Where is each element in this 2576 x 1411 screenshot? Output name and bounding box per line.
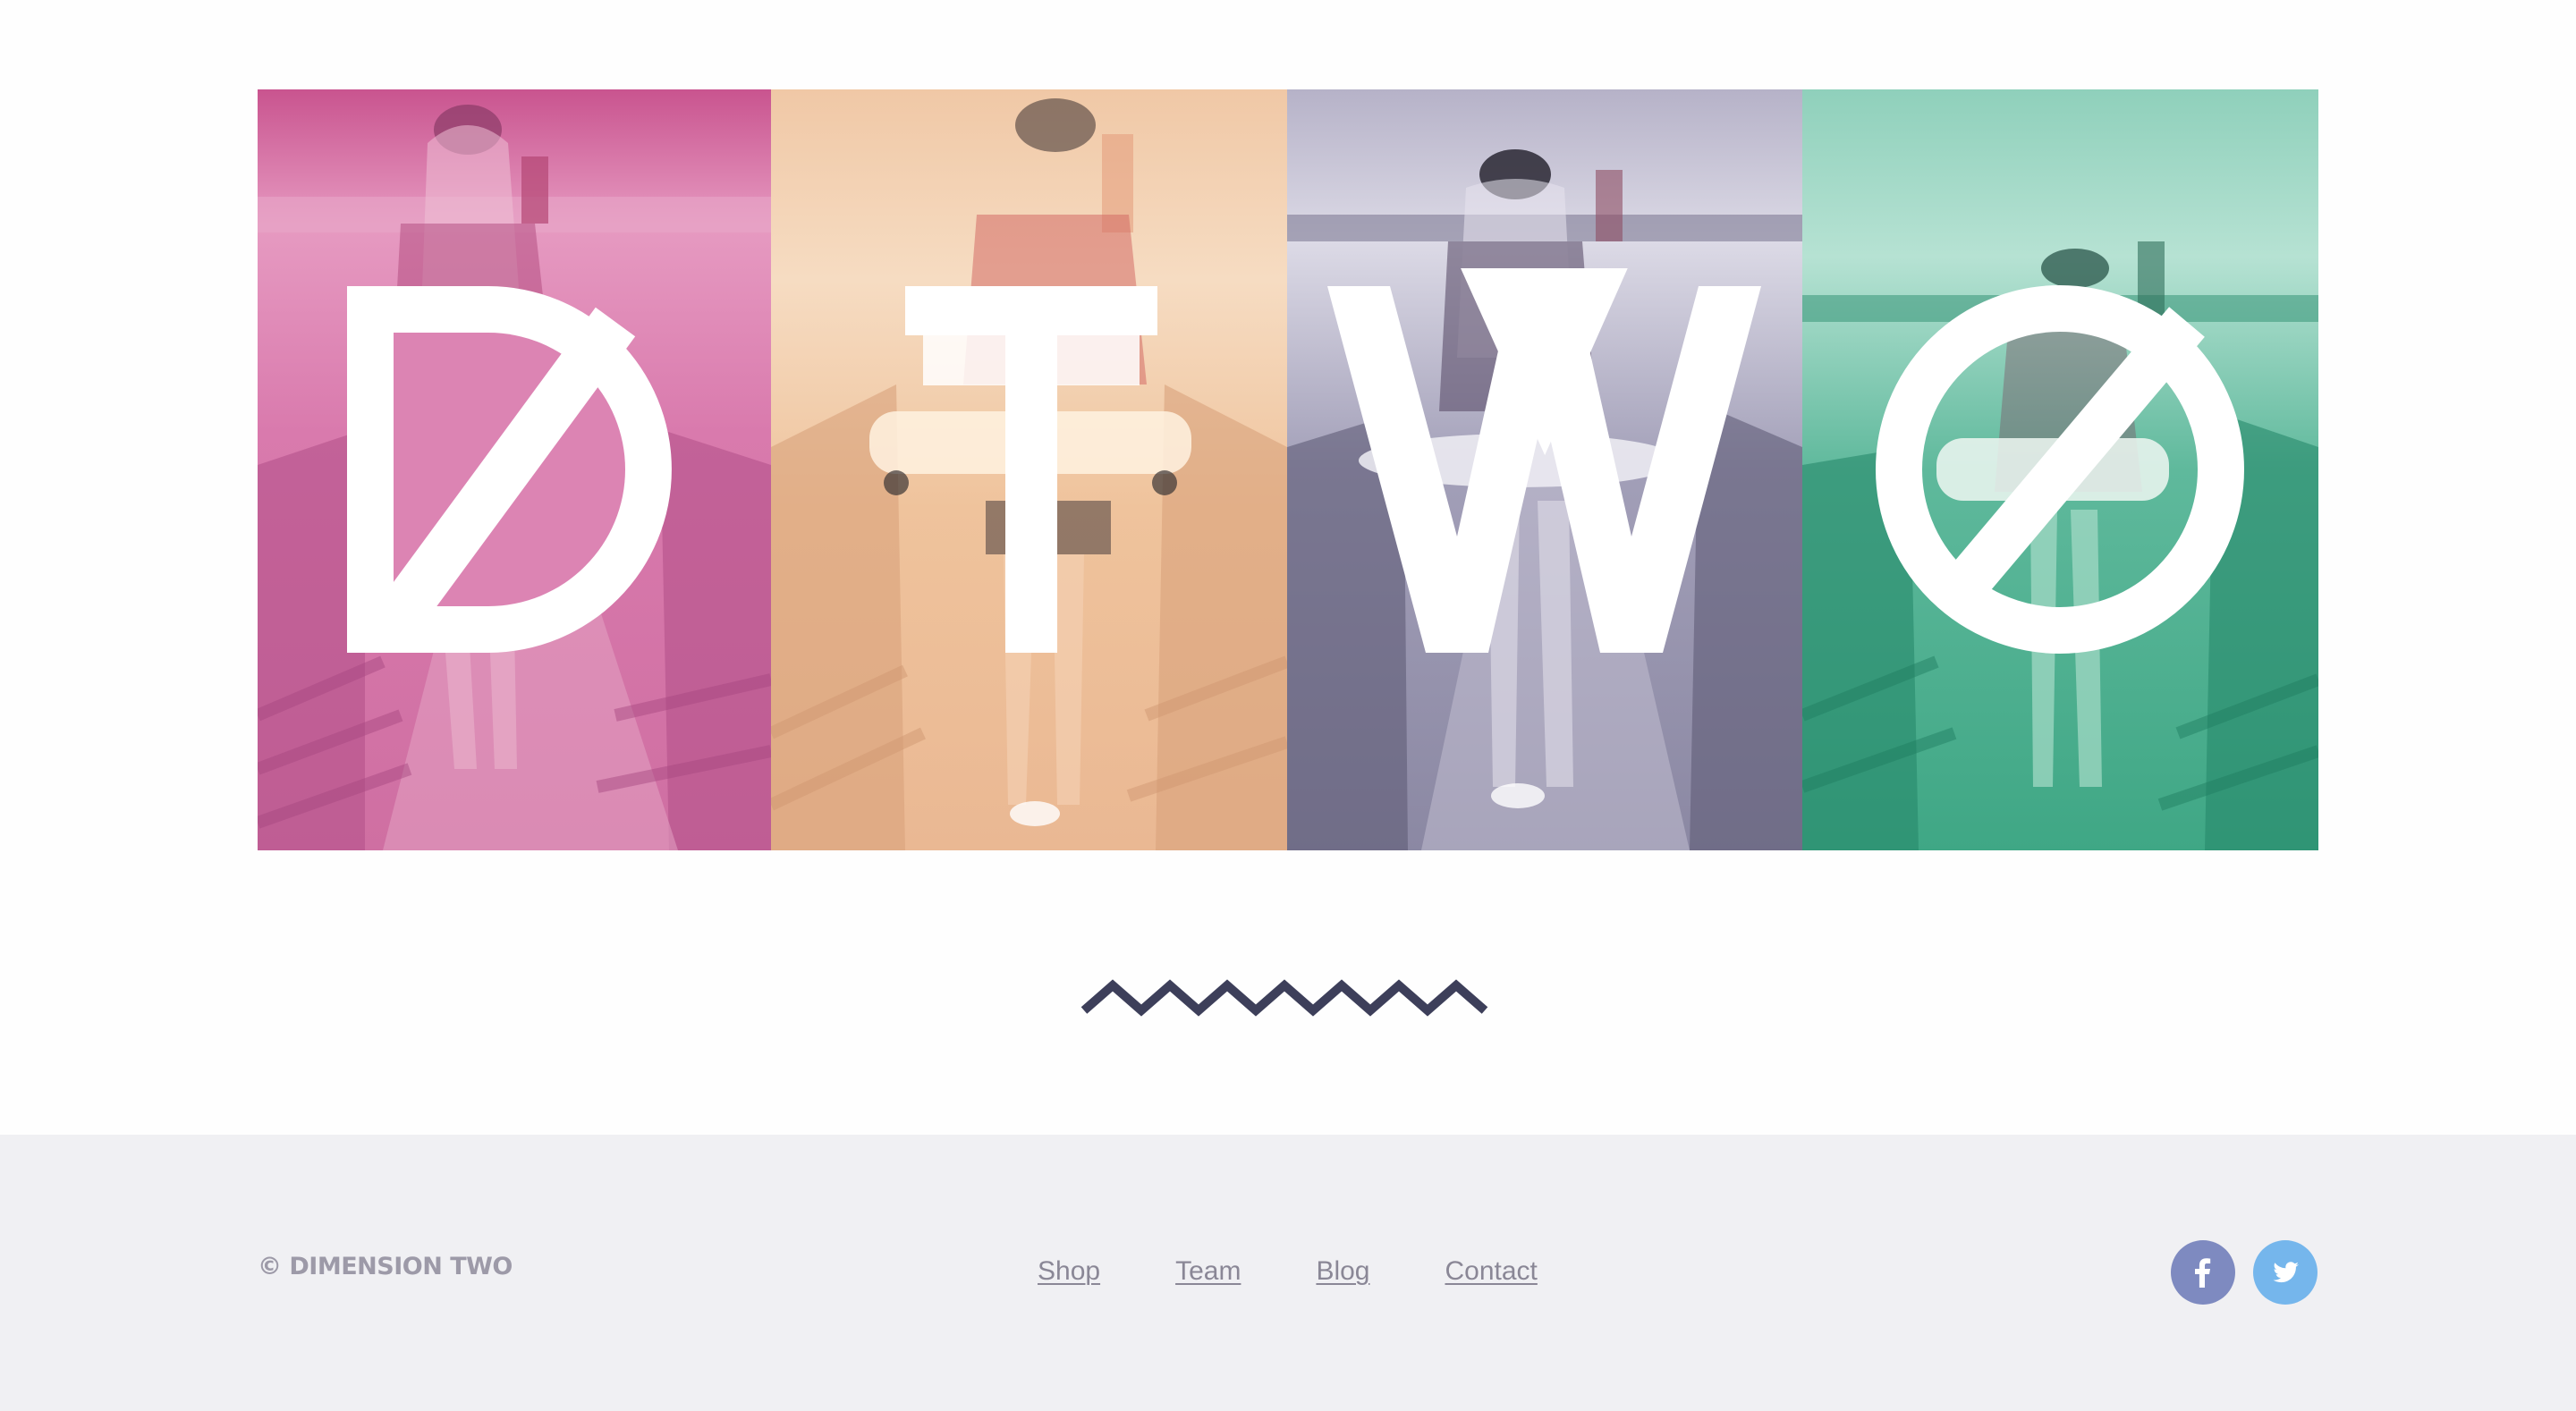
footer-brand: © DIMENSION TWO (258, 1253, 513, 1280)
letter-t-glyph (905, 286, 1157, 653)
footer-link-blog[interactable]: Blog (1316, 1256, 1369, 1287)
hero-panel-w: W (1287, 89, 1802, 850)
facebook-button[interactable] (2171, 1240, 2235, 1305)
footer-link-shop[interactable]: Shop (1038, 1256, 1100, 1287)
site-footer: © DIMENSION TWO Shop Team Blog Contact (0, 1135, 2576, 1411)
hero-panel-d: D (258, 89, 771, 850)
hero-panel-t: T (771, 89, 1287, 850)
facebook-icon (2195, 1258, 2211, 1288)
footer-nav: Shop Team Blog Contact (1038, 1256, 1613, 1287)
letter-o-glyph (1876, 285, 2244, 654)
twitter-icon (2273, 1262, 2299, 1283)
footer-link-contact[interactable]: Contact (1445, 1256, 1537, 1287)
hero-panel-o: O (1802, 89, 2318, 850)
letter-d-glyph (347, 286, 672, 653)
footer-link-team[interactable]: Team (1175, 1256, 1241, 1287)
hero-banner: D (258, 89, 2318, 850)
zigzag-divider (1080, 979, 1488, 1017)
letter-w-glyph (1327, 268, 1761, 653)
twitter-button[interactable] (2253, 1240, 2318, 1305)
